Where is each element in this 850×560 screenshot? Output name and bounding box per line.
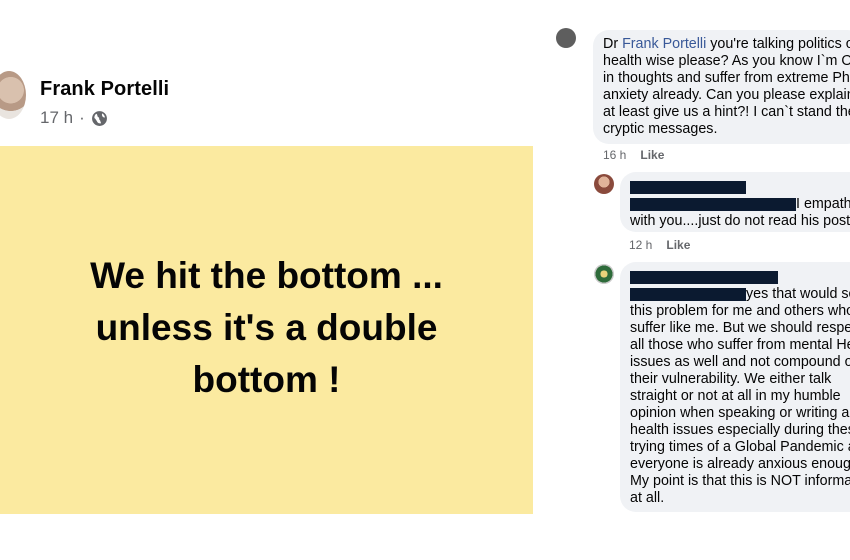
post-text-line: unless it's a double — [95, 307, 438, 348]
post-text-card: We hit the bottom ... unless it's a doub… — [0, 146, 533, 514]
comment-line: everyone is already anxious enough — [630, 456, 850, 472]
comment-text: Dr — [603, 36, 623, 52]
comment-bubble: Dr Frank Portelli you're talking politic… — [593, 30, 850, 144]
comment-actions: 16 h Like — [603, 148, 664, 162]
comment-line: issues as well and not compound on — [630, 354, 850, 370]
comments-panel: Dr Frank Portelli you're talking politic… — [540, 0, 850, 560]
redacted-name — [630, 269, 850, 286]
post-text-line: bottom ! — [192, 359, 341, 400]
comment-line: trying times of a Global Pandemic as — [630, 439, 850, 455]
comment-text: I empathi — [796, 196, 850, 212]
like-button[interactable]: Like — [640, 148, 664, 162]
comment-line: at least give us a hint?! I can`t stand … — [603, 104, 850, 120]
comment-line: straight or not at all in my humble — [630, 388, 841, 404]
comment-text: you're talking politics o — [706, 36, 850, 52]
author-avatar[interactable] — [0, 71, 26, 119]
post-body-text: We hit the bottom ... unless it's a doub… — [7, 250, 527, 406]
comment-line: anxiety already. Can you please explain — [603, 87, 850, 103]
comment-bubble: yes that would so this problem for me an… — [620, 262, 850, 512]
comment-line: their vulnerability. We either talk — [630, 371, 832, 387]
comment-text: yes that would so — [746, 286, 850, 302]
comment-bubble: I empathi with you....just do not read h… — [620, 172, 850, 232]
comment-actions: 12 h Like — [629, 238, 690, 252]
commenter-avatar[interactable] — [594, 264, 614, 284]
globe-icon[interactable] — [91, 110, 108, 127]
comment-timestamp[interactable]: 16 h — [603, 148, 626, 162]
redacted-name — [630, 179, 850, 196]
post-author-name[interactable]: Frank Portelli — [40, 78, 169, 101]
mention-link[interactable]: Frank Portelli — [622, 36, 706, 52]
commenter-avatar[interactable] — [556, 28, 576, 48]
facebook-post: Frank Portelli 17 h · We hit the bottom … — [0, 47, 533, 514]
comment-line: all those who suffer from mental Hea — [630, 337, 850, 353]
comment-line: yes that would so — [630, 286, 850, 303]
post-header: Frank Portelli 17 h · — [0, 69, 533, 129]
commenter-avatar[interactable] — [594, 174, 614, 194]
post-timestamp[interactable]: 17 h — [40, 108, 73, 128]
like-button[interactable]: Like — [666, 238, 690, 252]
comment-line: this problem for me and others who — [630, 303, 850, 319]
comment-line: My point is that this is NOT informat — [630, 473, 850, 489]
comment-line: I empathi — [630, 196, 850, 213]
comment-line: at all. — [630, 490, 665, 506]
comment-line: health issues especially during these — [630, 422, 850, 438]
comment-line: opinion when speaking or writing ab — [630, 405, 850, 421]
post-text-line: We hit the bottom ... — [90, 255, 443, 296]
comment-line: suffer like me. But we should respec — [630, 320, 850, 336]
meta-separator: · — [79, 108, 85, 127]
comment-line: health wise please? As you know I`m OC — [603, 53, 850, 69]
post-meta: 17 h · — [40, 108, 108, 128]
comment-line: in thoughts and suffer from extreme Pho — [603, 70, 850, 86]
comment-timestamp[interactable]: 12 h — [629, 238, 652, 252]
comment-line: with you....just do not read his posts — [630, 213, 850, 229]
comment-line: cryptic messages. — [603, 121, 718, 137]
comment-line: Dr Frank Portelli you're talking politic… — [603, 36, 850, 53]
